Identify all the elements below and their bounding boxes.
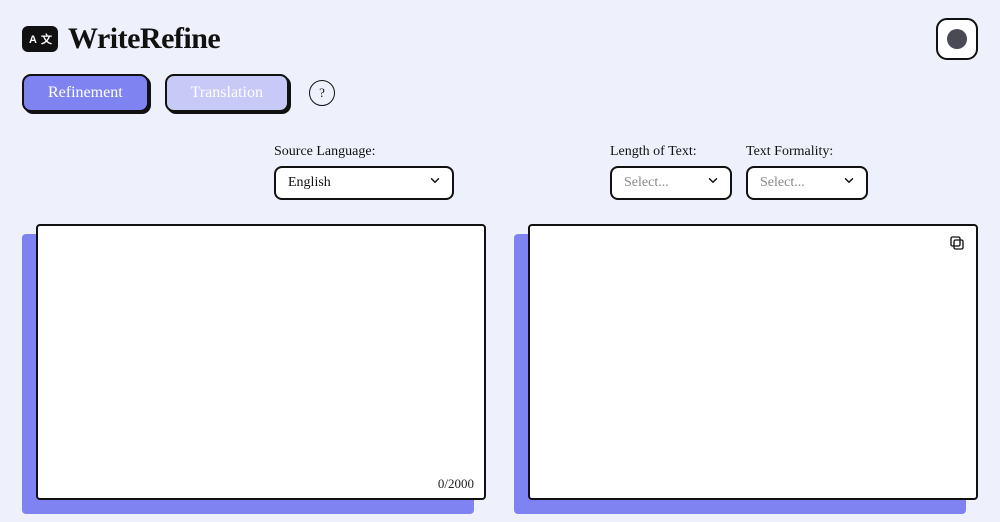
select-placeholder: Select... xyxy=(760,175,805,191)
input-panel-wrap: 0/2000 xyxy=(22,224,486,514)
svg-text:文: 文 xyxy=(41,32,52,46)
brand-name: WriteRefine xyxy=(68,22,220,56)
help-button[interactable]: ? xyxy=(309,80,335,106)
header: A 文 WriteRefine xyxy=(0,0,1000,60)
theme-dot-icon xyxy=(947,29,967,49)
tab-label: Translation xyxy=(191,84,263,101)
formality-label: Text Formality: xyxy=(746,144,868,160)
source-language-select[interactable]: English xyxy=(274,166,454,200)
length-group: Length of Text: Select... xyxy=(610,144,732,200)
output-panel-wrap xyxy=(514,224,978,514)
panels: 0/2000 xyxy=(0,200,1000,514)
select-placeholder: Select... xyxy=(624,175,669,191)
controls-row: Source Language: English Length of Text:… xyxy=(0,112,1000,200)
output-panel xyxy=(528,224,978,500)
tab-label: Refinement xyxy=(48,84,123,101)
input-textarea[interactable]: 0/2000 xyxy=(36,224,486,500)
theme-toggle-button[interactable] xyxy=(936,18,978,60)
formality-group: Text Formality: Select... xyxy=(746,144,868,200)
char-count: 0/2000 xyxy=(438,476,474,492)
copy-icon[interactable] xyxy=(948,234,966,252)
length-label: Length of Text: xyxy=(610,144,732,160)
chevron-down-icon xyxy=(428,174,442,193)
source-language-label: Source Language: xyxy=(274,144,454,160)
svg-text:A: A xyxy=(29,34,37,46)
source-language-group: Source Language: English xyxy=(274,144,454,200)
tabs-row: Refinement Translation ? xyxy=(0,60,1000,112)
chevron-down-icon xyxy=(842,174,856,193)
help-label: ? xyxy=(319,85,325,101)
brand: A 文 WriteRefine xyxy=(22,22,220,56)
length-select[interactable]: Select... xyxy=(610,166,732,200)
tab-refinement[interactable]: Refinement xyxy=(22,74,149,112)
chevron-down-icon xyxy=(706,174,720,193)
select-value: English xyxy=(288,175,331,191)
brand-logo-icon: A 文 xyxy=(22,26,58,52)
formality-select[interactable]: Select... xyxy=(746,166,868,200)
tab-translation[interactable]: Translation xyxy=(165,74,289,112)
